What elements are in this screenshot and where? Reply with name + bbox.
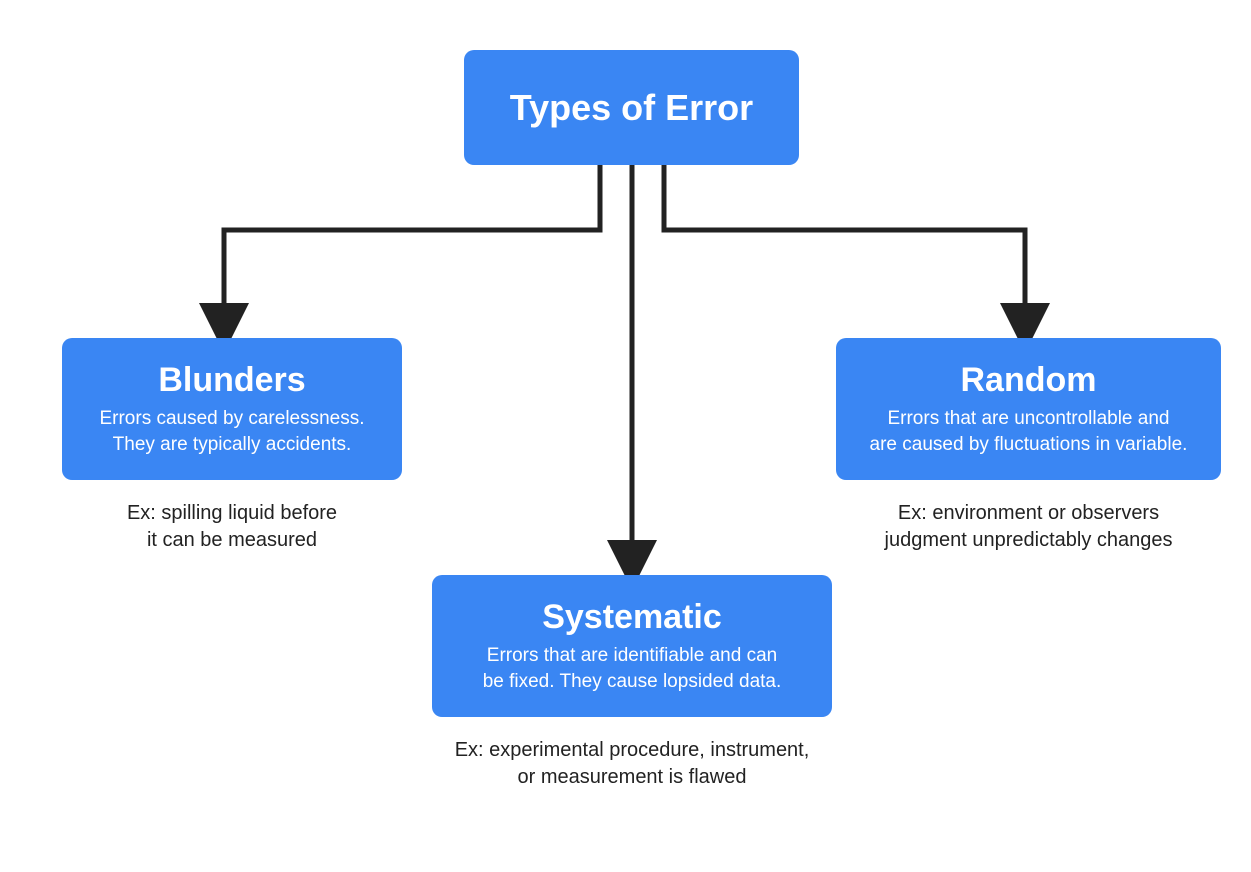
node-random-title: Random bbox=[961, 361, 1097, 400]
node-random: Random Errors that are uncontrollable an… bbox=[836, 338, 1221, 480]
node-systematic-title: Systematic bbox=[542, 598, 722, 637]
example-blunders: Ex: spilling liquid before it can be mea… bbox=[62, 500, 402, 554]
example-systematic: Ex: experimental procedure, instrument, … bbox=[432, 737, 832, 791]
example-random: Ex: environment or observers judgment un… bbox=[836, 500, 1221, 554]
node-root-title: Types of Error bbox=[510, 87, 753, 128]
node-blunders-title: Blunders bbox=[158, 361, 305, 400]
arrow-root-to-random bbox=[664, 165, 1025, 328]
node-blunders: Blunders Errors caused by carelessness. … bbox=[62, 338, 402, 480]
node-systematic-desc: Errors that are identifiable and can be … bbox=[483, 643, 782, 694]
arrow-root-to-blunders bbox=[224, 165, 600, 328]
node-random-desc: Errors that are uncontrollable and are c… bbox=[870, 406, 1188, 457]
node-root: Types of Error bbox=[464, 50, 799, 165]
node-blunders-desc: Errors caused by carelessness. They are … bbox=[99, 406, 364, 457]
node-systematic: Systematic Errors that are identifiable … bbox=[432, 575, 832, 717]
